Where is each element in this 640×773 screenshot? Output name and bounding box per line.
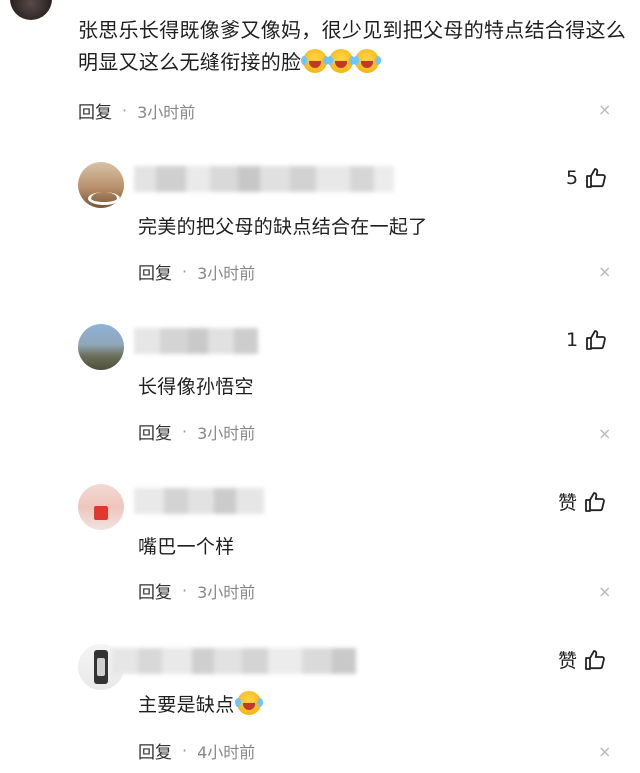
reply-text: 长得像孙悟空: [138, 376, 254, 398]
meta-separator: ·: [182, 741, 188, 760]
like-count: 5: [566, 167, 579, 189]
main-comment-meta: 回复 · 3小时前: [78, 98, 195, 123]
thumbs-up-icon: [584, 328, 608, 352]
reply-button[interactable]: 回复: [138, 738, 172, 763]
like-button[interactable]: 赞: [558, 488, 607, 515]
like-count: 1: [566, 329, 579, 351]
reply-meta: 回复 · 3小时前: [138, 259, 255, 284]
reply-button[interactable]: 回复: [138, 259, 172, 284]
laugh-cry-emoji: [234, 691, 261, 715]
reply-button[interactable]: 回复: [138, 578, 172, 603]
reply-text: 完美的把父母的缺点结合在一起了: [138, 216, 428, 238]
reply-avatar[interactable]: [78, 162, 124, 208]
like-label: 赞: [558, 492, 578, 514]
meta-separator: ·: [182, 581, 188, 600]
reply-meta: 回复 · 3小时前: [138, 419, 255, 444]
close-icon[interactable]: ×: [598, 742, 611, 761]
close-icon[interactable]: ×: [598, 100, 611, 119]
meta-separator: ·: [122, 101, 128, 120]
meta-separator: ·: [182, 262, 188, 281]
thumbs-up-icon: [583, 648, 607, 672]
reply-username-blurred[interactable]: [134, 328, 258, 354]
reply-button[interactable]: 回复: [138, 419, 172, 444]
reply-avatar[interactable]: [78, 484, 124, 530]
reply-text: 主要是缺点: [138, 690, 261, 717]
main-comment-avatar[interactable]: [10, 0, 52, 20]
comment-time: 3小时前: [137, 102, 196, 122]
reply-text: 嘴巴一个样: [138, 536, 235, 558]
reply-username-blurred[interactable]: [112, 648, 356, 674]
reply-meta: 回复 · 4小时前: [138, 738, 255, 763]
close-icon[interactable]: ×: [598, 424, 611, 443]
main-comment-text: 张思乐长得既像爹又像妈，很少见到把父母的特点结合得这么明显又这么无缝衔接的脸: [78, 14, 630, 78]
comment-time: 3小时前: [197, 423, 256, 443]
laugh-cry-emoji: [301, 49, 328, 73]
like-button[interactable]: 赞: [558, 646, 607, 673]
thumbs-up-icon: [583, 490, 607, 514]
laugh-cry-emoji: [327, 49, 354, 73]
like-button[interactable]: 1: [566, 328, 608, 352]
close-icon[interactable]: ×: [598, 582, 611, 601]
reply-username-blurred[interactable]: [134, 166, 394, 192]
reply-username-blurred[interactable]: [134, 488, 264, 514]
meta-separator: ·: [182, 422, 188, 441]
like-button[interactable]: 5: [566, 166, 608, 190]
comment-time: 3小时前: [197, 263, 256, 283]
close-icon[interactable]: ×: [598, 262, 611, 281]
thumbs-up-icon: [584, 166, 608, 190]
like-label: 赞: [558, 650, 578, 672]
reply-meta: 回复 · 3小时前: [138, 578, 255, 603]
laugh-cry-emoji: [353, 49, 380, 73]
reply-body: 主要是缺点: [138, 694, 235, 716]
reply-button[interactable]: 回复: [78, 98, 112, 123]
comment-time: 4小时前: [197, 742, 256, 762]
comment-time: 3小时前: [197, 582, 256, 602]
reply-avatar[interactable]: [78, 324, 124, 370]
